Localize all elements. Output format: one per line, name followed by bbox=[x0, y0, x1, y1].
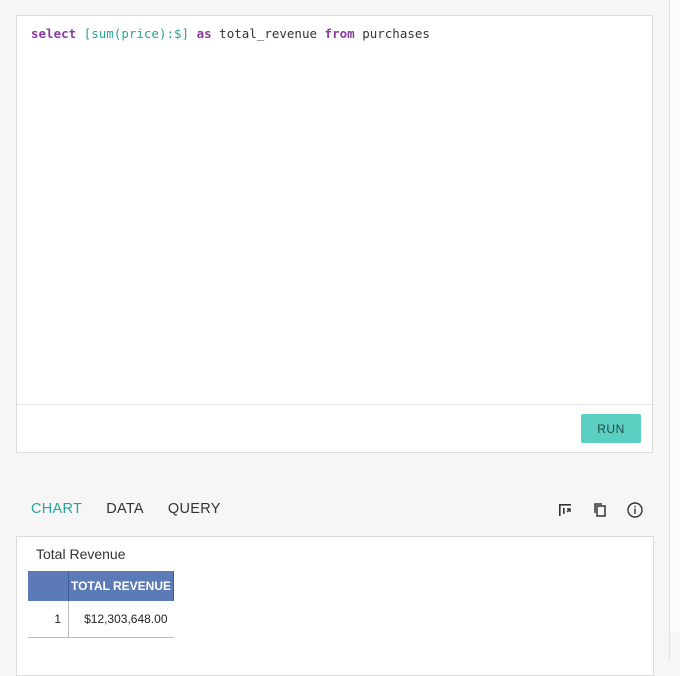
table-header-row: TOTAL REVENUE bbox=[28, 571, 174, 601]
row-index: 1 bbox=[28, 601, 69, 638]
keyword-from: from bbox=[324, 26, 355, 41]
column-alias: total_revenue bbox=[219, 26, 318, 41]
info-icon[interactable] bbox=[626, 501, 644, 519]
keyword-as: as bbox=[196, 26, 212, 41]
table-index-header bbox=[28, 571, 69, 601]
table-name: purchases bbox=[362, 26, 430, 41]
query-editor-panel: select [sum(price):$] as total_revenue f… bbox=[16, 15, 653, 453]
keyword-select: select bbox=[31, 26, 77, 41]
result-toolbar bbox=[556, 501, 646, 521]
tab-chart[interactable]: CHART bbox=[31, 501, 82, 523]
row-value: $12,303,648.00 bbox=[68, 601, 174, 638]
sql-editor[interactable]: select [sum(price):$] as total_revenue f… bbox=[17, 16, 652, 405]
result-tabs: CHART DATA QUERY bbox=[31, 501, 245, 523]
chart-result-panel: Total Revenue TOTAL REVENUE 1 $12,303,64… bbox=[16, 536, 654, 676]
result-title: Total Revenue bbox=[36, 546, 126, 562]
scrollbar-track[interactable] bbox=[670, 0, 680, 632]
run-button[interactable]: RUN bbox=[581, 414, 641, 443]
result-table: TOTAL REVENUE 1 $12,303,648.00 bbox=[28, 571, 174, 638]
tab-query[interactable]: QUERY bbox=[168, 501, 221, 523]
column-header-total-revenue[interactable]: TOTAL REVENUE bbox=[68, 571, 174, 601]
table-row: 1 $12,303,648.00 bbox=[28, 601, 174, 638]
query-line: select [sum(price):$] as total_revenue f… bbox=[31, 26, 430, 41]
tab-data[interactable]: DATA bbox=[106, 501, 144, 523]
copy-icon[interactable] bbox=[591, 501, 609, 519]
aggregate-expression: [sum(price):$] bbox=[83, 26, 190, 41]
chart-settings-icon[interactable] bbox=[556, 501, 574, 519]
